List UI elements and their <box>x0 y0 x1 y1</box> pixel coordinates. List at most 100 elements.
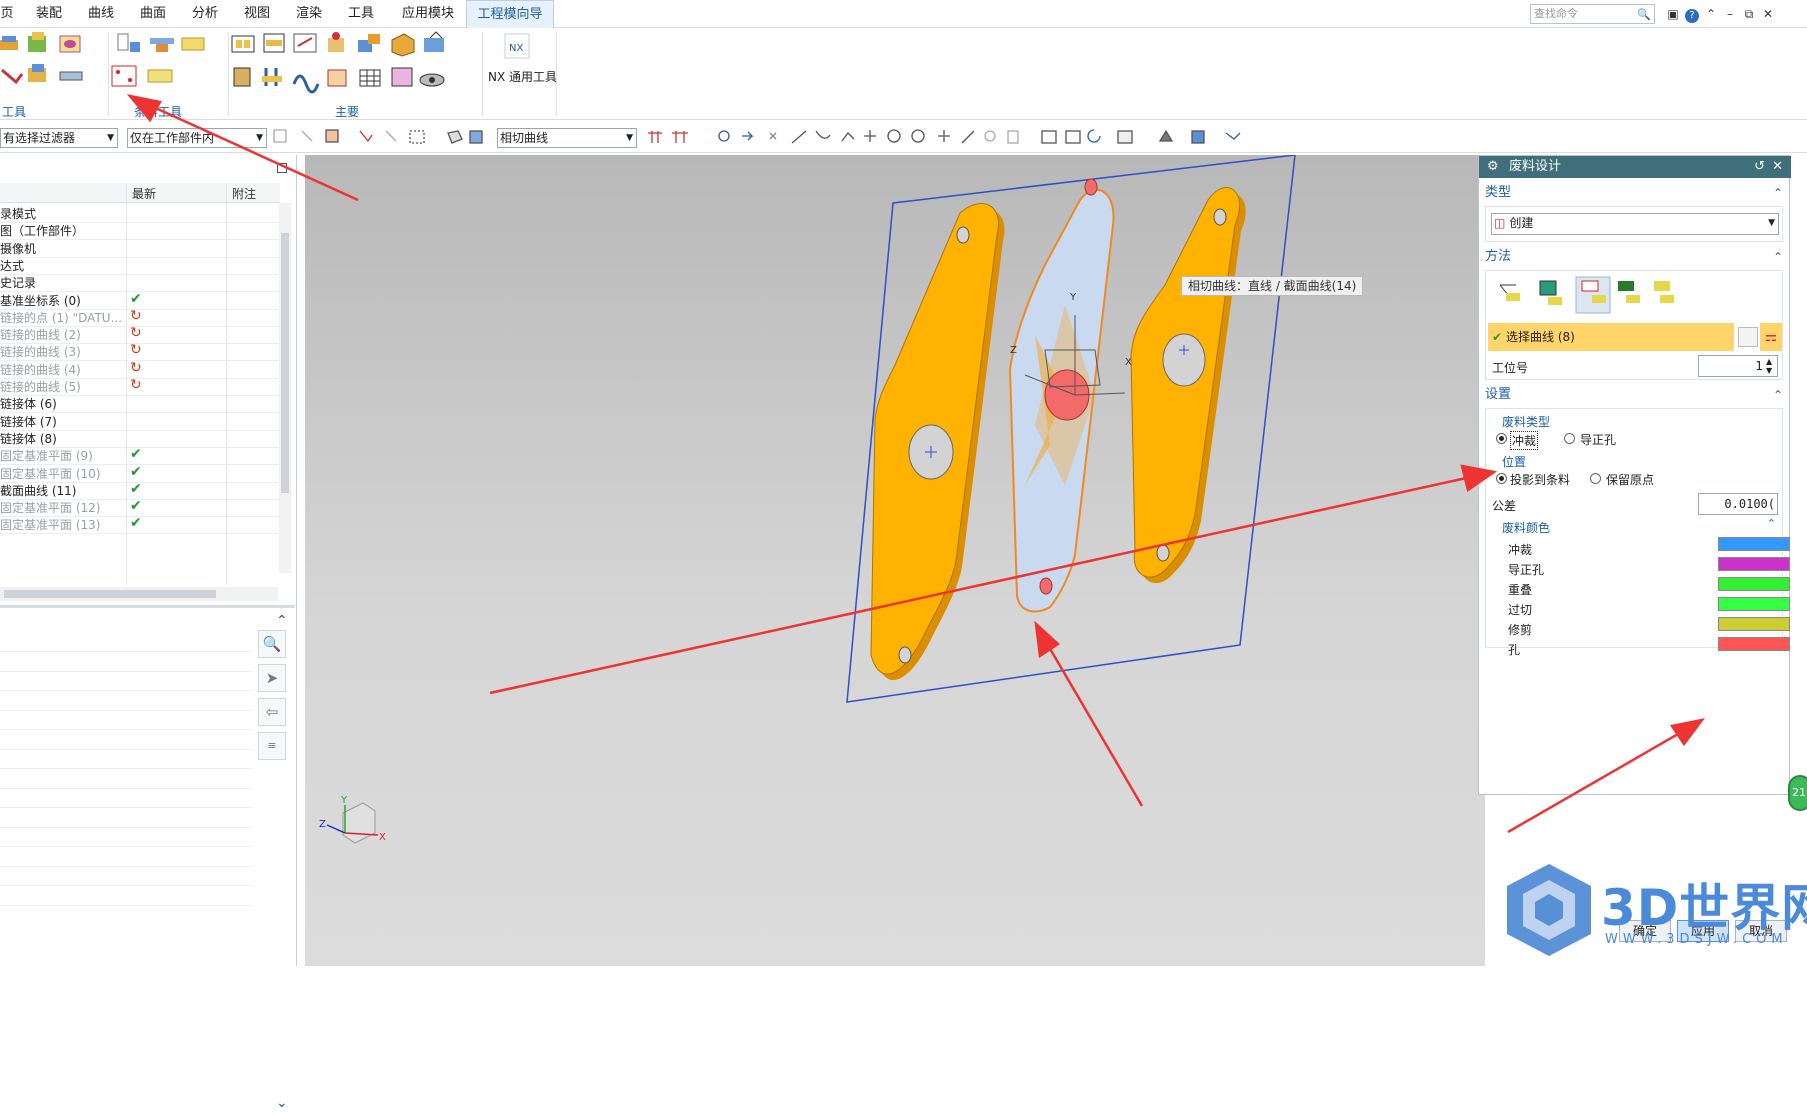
midpoint-icon[interactable] <box>815 130 831 139</box>
wave-icon[interactable] <box>292 74 320 94</box>
expand-icon[interactable]: ⌄ <box>276 1095 288 1111</box>
lifter-icon[interactable] <box>327 69 347 87</box>
chevron-up-icon[interactable]: ⌃ <box>1773 182 1783 204</box>
reset-icon[interactable]: ↺ <box>1754 156 1765 178</box>
color-swatch[interactable] <box>1718 597 1790 611</box>
die-base-icon[interactable] <box>231 35 255 53</box>
help-icon[interactable]: ? <box>1683 5 1701 23</box>
component-icon[interactable] <box>358 34 380 52</box>
column-latest[interactable]: 最新 <box>132 185 156 202</box>
search-icon[interactable]: 🔍 <box>258 630 286 658</box>
plate-icon[interactable] <box>59 71 83 81</box>
maximize-panel-icon[interactable] <box>277 163 287 173</box>
snap-icon[interactable] <box>325 129 339 143</box>
body-select-icon[interactable] <box>469 130 483 144</box>
assembly-icon[interactable] <box>424 31 444 52</box>
deselect-icon[interactable] <box>1738 327 1758 347</box>
control-point-icon[interactable] <box>841 132 855 142</box>
arrow-icon[interactable] <box>742 131 754 141</box>
nx-tools-icon[interactable]: NX <box>504 33 530 59</box>
list-order-icon[interactable]: ≡ <box>258 732 286 760</box>
method-curve-icon[interactable] <box>1499 284 1520 301</box>
left-part[interactable] <box>870 203 1005 681</box>
point-on-face-icon[interactable] <box>984 130 996 142</box>
method-section-header[interactable]: 方法 ⌃ <box>1485 246 1783 268</box>
chevron-up-icon[interactable]: ⌃ <box>1773 246 1783 268</box>
color-swatch[interactable] <box>1718 537 1790 551</box>
follow-fillet-icon[interactable] <box>672 131 688 143</box>
back-arrow-icon[interactable]: ⇦ <box>258 698 286 726</box>
sheet-icon[interactable] <box>28 64 46 82</box>
scrollbar-thumb[interactable] <box>281 233 289 493</box>
scrap-type-pilot-radio[interactable] <box>1564 433 1575 444</box>
position-keep-label[interactable]: 保留原点 <box>1606 471 1654 488</box>
close-icon[interactable]: ✕ <box>1772 156 1783 178</box>
inactive-select-icon[interactable] <box>385 130 397 142</box>
die-design-icon[interactable] <box>59 35 81 53</box>
chevron-up-icon[interactable]: ⌃ <box>1773 384 1783 406</box>
endpoint-icon[interactable] <box>791 130 807 144</box>
punch-icon[interactable] <box>263 33 285 53</box>
show-hide-icon[interactable] <box>447 130 463 144</box>
scrap-design-icon[interactable] <box>111 65 137 87</box>
search-icon[interactable]: 🔍 <box>1637 6 1651 24</box>
minimize-icon[interactable]: – <box>1721 5 1739 23</box>
arc-center-icon[interactable] <box>887 129 901 143</box>
badge-counter[interactable]: 21 <box>1788 775 1807 811</box>
view-icon[interactable] <box>419 73 445 87</box>
forward-arrow-icon[interactable]: ➤ <box>258 664 286 692</box>
right-part[interactable] <box>1130 187 1246 584</box>
method-region-icon[interactable] <box>1539 280 1562 305</box>
quick-pick-icon[interactable] <box>359 130 373 143</box>
color-swatch[interactable] <box>1718 557 1790 571</box>
bounded-grid-icon[interactable] <box>1007 130 1019 144</box>
feature-curve-icon[interactable] <box>718 130 730 142</box>
unfold-icon[interactable] <box>1 68 24 85</box>
table-icon[interactable] <box>359 69 381 87</box>
rotate-icon[interactable] <box>1087 129 1101 143</box>
intersection-icon[interactable] <box>864 130 876 142</box>
scrap-type-punch-label[interactable]: 冲裁 <box>1510 431 1539 450</box>
render-style-icon[interactable] <box>1158 129 1174 142</box>
method-split-icon[interactable] <box>1618 281 1640 303</box>
standard-parts-icon[interactable] <box>328 32 344 52</box>
chevron-up-icon[interactable]: ⌃ <box>1767 517 1776 530</box>
strip-layout-icon[interactable] <box>0 36 18 50</box>
point-on-curve-icon[interactable] <box>961 130 975 144</box>
spring-icon[interactable] <box>262 68 282 86</box>
dialog-title-bar[interactable]: ⚙ 废料设计 ↺ ✕ <box>1479 156 1791 178</box>
select-curve-row[interactable]: ✔ 选择曲线 (8) <box>1488 323 1734 351</box>
color-swatch[interactable] <box>1718 617 1790 631</box>
insert-group-icon[interactable] <box>293 33 317 53</box>
tolerance-input[interactable]: 0.0100( <box>1698 493 1778 515</box>
cylinder-icon[interactable] <box>233 67 251 87</box>
settings-section-header[interactable]: 设置 ⌃ <box>1485 384 1783 406</box>
method-import-icon[interactable] <box>1654 281 1674 303</box>
strip-feed-icon[interactable] <box>150 38 174 52</box>
color-swatch[interactable] <box>1718 577 1790 591</box>
existing-point-icon[interactable] <box>938 130 950 142</box>
scrap-type-punch-radio[interactable] <box>1496 433 1507 444</box>
nx-tools-label[interactable]: NX 通用工具 <box>488 68 557 85</box>
menu-tab[interactable]: 应用模块 <box>392 0 464 28</box>
scrollbar-thumb[interactable] <box>4 590 216 598</box>
orient-view-icon[interactable] <box>1117 130 1133 144</box>
graphics-window[interactable]: Y Z X X Y Z 相切曲线：直线 / 截面曲线(14) <box>305 155 1485 966</box>
strip-pitch-icon[interactable] <box>181 37 205 51</box>
fit-view-icon[interactable] <box>1041 130 1057 144</box>
window-icon[interactable]: ▣ <box>1664 5 1682 23</box>
menu-tab[interactable]: 页 <box>0 0 14 28</box>
position-project-label[interactable]: 投影到条料 <box>1510 471 1570 488</box>
position-keep-radio[interactable] <box>1590 473 1601 484</box>
snap-point-icon[interactable] <box>769 132 777 140</box>
zoom-icon[interactable] <box>1065 130 1081 144</box>
panel-splitter[interactable] <box>0 605 295 608</box>
curve-pick-icon[interactable]: ⚎ <box>1760 323 1782 351</box>
menu-tab[interactable]: 渲染 <box>286 0 332 28</box>
color-swatch[interactable] <box>1718 637 1790 651</box>
stop-at-intersection-icon[interactable] <box>648 131 662 143</box>
menu-tab[interactable]: 视图 <box>234 0 280 28</box>
blank-design-icon[interactable] <box>28 32 46 52</box>
middle-part[interactable]: Y Z X <box>1008 178 1132 613</box>
column-comment[interactable]: 附注 <box>232 185 256 202</box>
